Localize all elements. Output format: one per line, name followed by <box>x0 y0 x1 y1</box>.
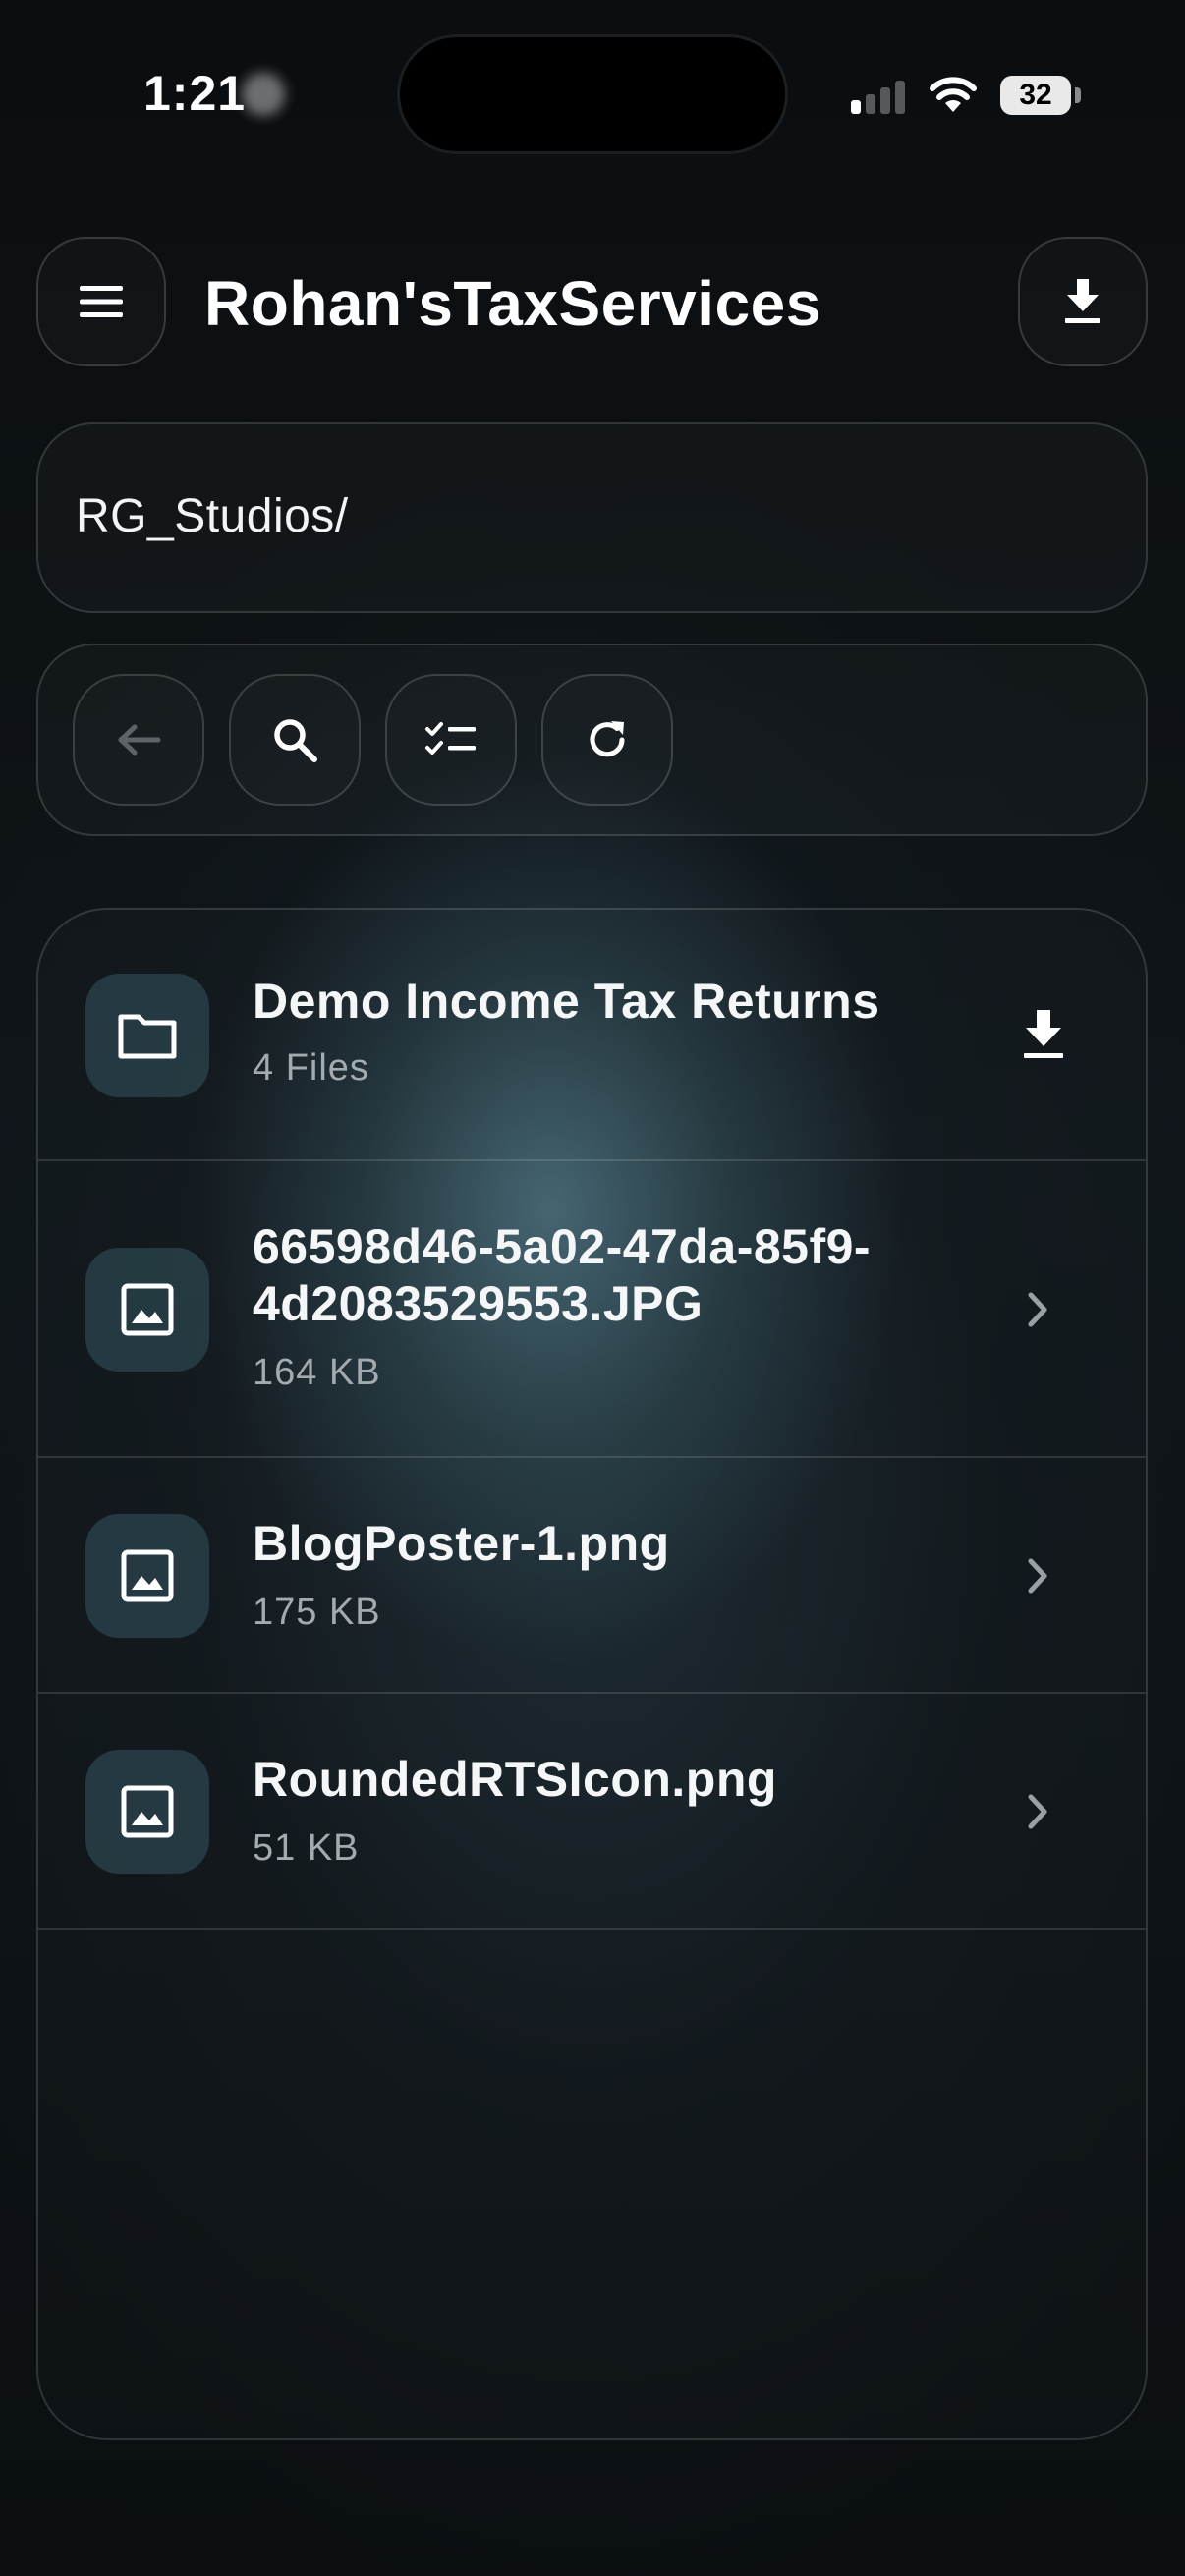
hamburger-menu-icon <box>80 286 123 317</box>
search-icon <box>274 719 317 762</box>
file-meta: 51 KB <box>253 1827 360 1869</box>
wifi-icon <box>930 77 977 112</box>
search-button[interactable] <box>229 674 361 806</box>
folder-icon <box>85 974 209 1097</box>
file-list: Demo Income Tax Returns 4 Files 66598d46… <box>36 908 1148 2440</box>
download-all-button[interactable] <box>1018 237 1148 366</box>
download-icon <box>1065 279 1100 323</box>
file-meta: 4 Files <box>253 1047 369 1089</box>
list-item-file[interactable]: 66598d46-5a02-47da-85f9-4d2083529553.JPG… <box>38 1161 1146 1458</box>
cellular-signal-icon <box>851 79 906 114</box>
battery-indicator: 32 <box>1000 76 1071 115</box>
image-icon <box>85 1248 209 1372</box>
image-icon <box>85 1750 209 1874</box>
image-icon <box>85 1514 209 1638</box>
screen: 1:21 32 Rohan'sTaxServices RG_Studios/ D… <box>0 0 1185 2576</box>
download-folder-button[interactable] <box>1014 1005 1073 1064</box>
back-button[interactable] <box>73 674 204 806</box>
status-time: 1:21 <box>143 66 247 121</box>
download-icon <box>1024 1010 1063 1058</box>
path-bar[interactable]: RG_Studios/ <box>36 422 1148 613</box>
checklist-select-icon <box>425 722 476 755</box>
open-file-button[interactable] <box>1008 1782 1067 1841</box>
chevron-right-icon <box>1028 1292 1047 1327</box>
open-file-button[interactable] <box>1008 1546 1067 1605</box>
status-notification-icon <box>242 73 285 116</box>
chevron-right-icon <box>1028 1794 1047 1829</box>
current-path: RG_Studios/ <box>76 490 349 542</box>
file-meta: 175 KB <box>253 1592 381 1633</box>
chevron-right-icon <box>1028 1558 1047 1594</box>
app-title: Rohan'sTaxServices <box>204 268 821 339</box>
list-item-file[interactable]: BlogPoster-1.png 175 KB <box>38 1458 1146 1694</box>
menu-button[interactable] <box>36 237 166 366</box>
back-arrow-icon <box>118 724 161 756</box>
refresh-icon <box>590 721 625 757</box>
battery-cap <box>1075 87 1081 103</box>
select-mode-button[interactable] <box>385 674 517 806</box>
file-name: 66598d46-5a02-47da-85f9-4d2083529553.JPG <box>253 1219 872 1331</box>
file-meta: 164 KB <box>253 1352 381 1393</box>
refresh-button[interactable] <box>541 674 673 806</box>
list-item-file[interactable]: RoundedRTSIcon.png 51 KB <box>38 1694 1146 1930</box>
open-file-button[interactable] <box>1008 1280 1067 1339</box>
file-name: BlogPoster-1.png <box>253 1516 670 1571</box>
toolbar <box>36 644 1148 836</box>
file-name: Demo Income Tax Returns <box>253 974 880 1029</box>
dynamic-island <box>400 37 785 151</box>
list-item-folder[interactable]: Demo Income Tax Returns 4 Files <box>38 910 1146 1161</box>
file-name: RoundedRTSIcon.png <box>253 1752 777 1807</box>
